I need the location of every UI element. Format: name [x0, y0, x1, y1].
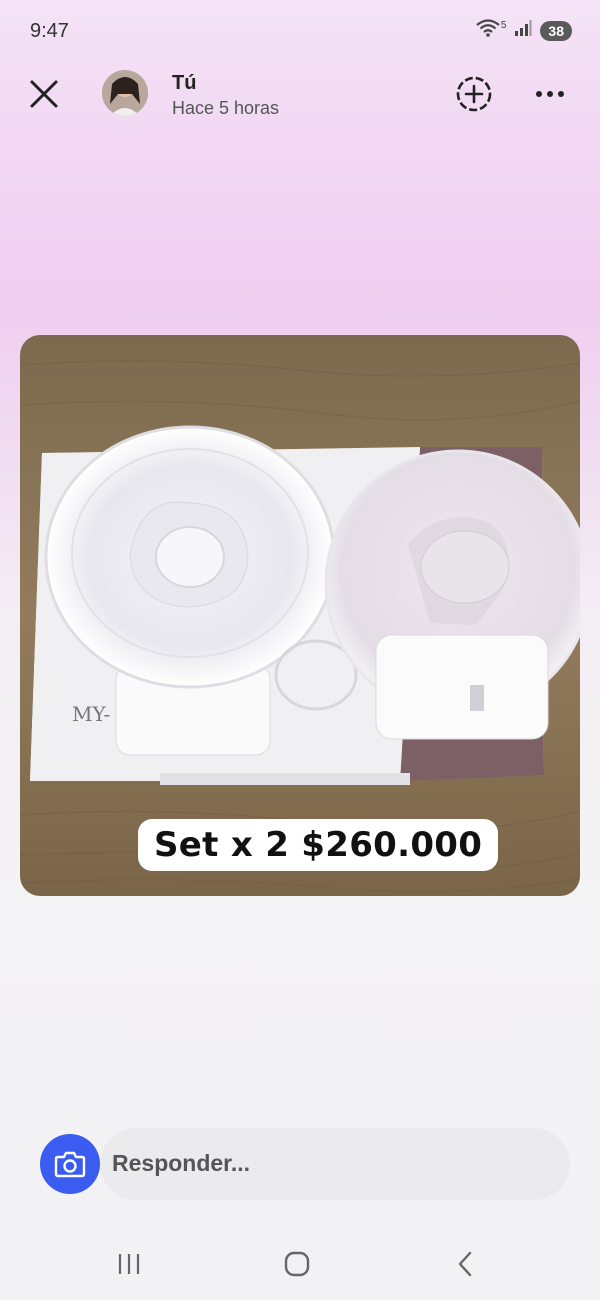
- camera-button[interactable]: [40, 1134, 100, 1194]
- navigation-bar: [0, 1228, 600, 1300]
- recent-apps-button[interactable]: [104, 1244, 154, 1284]
- status-bar: 9:47 5 38: [0, 0, 600, 60]
- close-icon: [30, 80, 58, 108]
- box-label: MY-: [72, 702, 110, 726]
- reply-bar: Responder...: [40, 1128, 570, 1200]
- signal-icon: [514, 19, 532, 42]
- story-time: Hace 5 horas: [172, 98, 280, 118]
- battery-icon: 38: [540, 20, 572, 41]
- add-story-icon: [456, 76, 492, 112]
- avatar[interactable]: [102, 70, 148, 116]
- back-icon: [458, 1251, 472, 1277]
- more-icon: [536, 91, 564, 97]
- back-button[interactable]: [440, 1244, 490, 1284]
- product-photo: MY-: [20, 335, 580, 896]
- story-header: Tú Hace 5 horas: [0, 62, 600, 126]
- recent-apps-icon: [118, 1254, 140, 1274]
- add-story-button[interactable]: [452, 72, 496, 116]
- reply-input[interactable]: [100, 1128, 570, 1200]
- home-button[interactable]: [272, 1244, 322, 1284]
- camera-icon: [54, 1151, 86, 1178]
- wifi-badge: 5: [500, 20, 507, 31]
- price-tag: Set x 2 $260.000: [138, 819, 499, 871]
- username: Tú: [172, 72, 197, 94]
- more-options-button[interactable]: [528, 72, 572, 116]
- status-icons: 5 38: [475, 18, 572, 43]
- story-image[interactable]: MY- Set x 2 $260.000: [20, 335, 580, 896]
- home-icon: [284, 1251, 310, 1277]
- close-button[interactable]: [24, 74, 64, 114]
- status-time: 9:47: [30, 20, 69, 42]
- wifi-icon: [475, 18, 501, 43]
